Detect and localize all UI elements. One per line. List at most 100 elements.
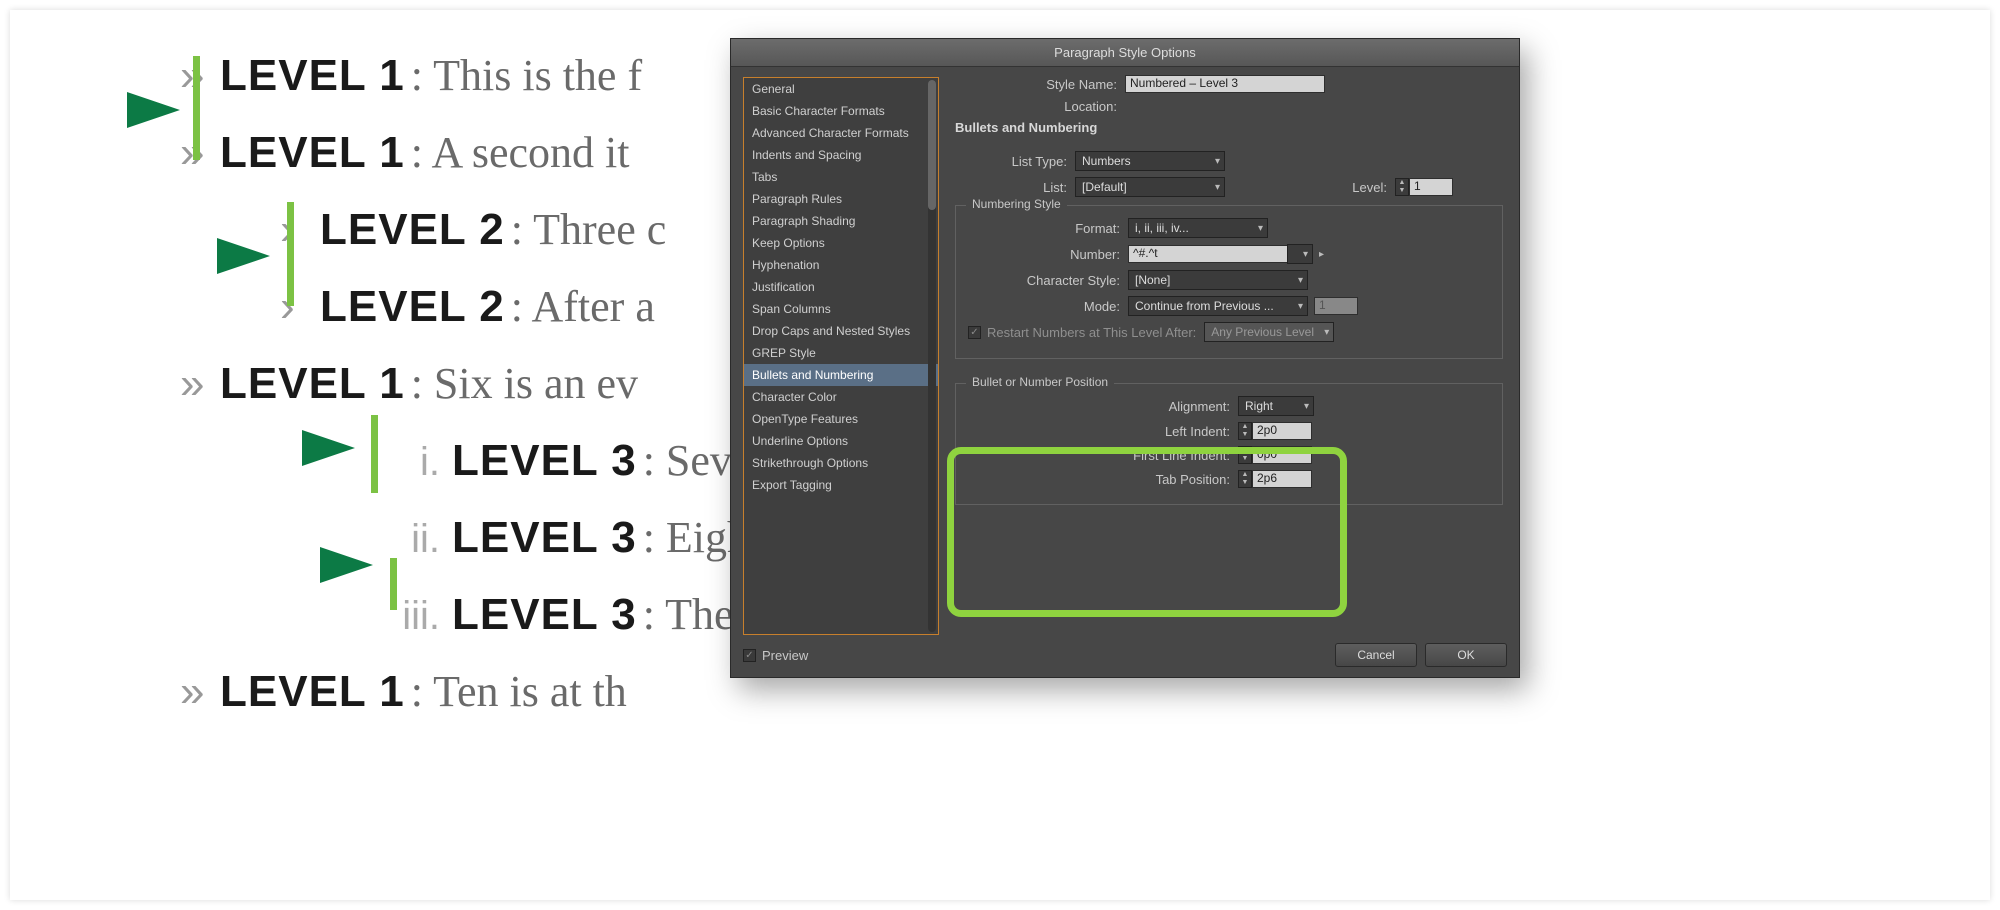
scrollbar-thumb[interactable] [928,80,936,210]
first-line-indent-label: First Line Indent: [968,448,1238,463]
mode-value-field: 1 [1314,297,1358,315]
category-item[interactable]: GREP Style [744,342,938,364]
category-list[interactable]: GeneralBasic Character FormatsAdvanced C… [743,77,939,635]
category-item[interactable]: Advanced Character Formats [744,122,938,144]
bullet-glyph: » [180,359,220,409]
document-preview: »LEVEL 1: This is the f»LEVEL 1: A secon… [180,50,749,743]
number-label: Number: [968,247,1128,262]
line-body: : The [643,589,734,640]
preview-checkbox[interactable]: ✓ [743,649,756,662]
category-item[interactable]: Character Color [744,386,938,408]
arrow-annotation [32,80,182,140]
category-item[interactable]: Bullets and Numbering [744,364,938,386]
cancel-button[interactable]: Cancel [1335,643,1417,667]
tab-position-field[interactable]: 2p6 [1252,470,1312,488]
list-type-label: List Type: [955,154,1075,169]
doc-line: ›LEVEL 2: Three c [280,204,749,255]
level-label: Level: [1225,180,1395,195]
restart-checkbox[interactable]: ✓ [968,326,981,339]
doc-line: »LEVEL 1: A second it [180,127,749,178]
category-item[interactable]: Justification [744,276,938,298]
numbering-style-group: Numbering Style Format: i, ii, iii, iv..… [955,205,1503,359]
char-style-select[interactable]: [None] [1128,270,1308,290]
level-label: LEVEL 2 [320,205,505,255]
preview-label: Preview [762,648,808,663]
mode-select[interactable]: Continue from Previous ... [1128,296,1308,316]
line-body: : This is the f [411,50,642,101]
bullet-glyph: » [180,667,220,717]
restart-label: Restart Numbers at This Level After: [987,325,1196,340]
format-select[interactable]: i, ii, iii, iv... [1128,218,1268,238]
ok-button[interactable]: OK [1425,643,1507,667]
category-item[interactable]: Paragraph Rules [744,188,938,210]
level-label: LEVEL 1 [220,667,405,717]
level-label: LEVEL 3 [452,590,637,640]
doc-line: ›LEVEL 2: After a [280,281,749,332]
level-label: LEVEL 1 [220,128,405,178]
bullet-glyph: › [280,205,320,255]
group-legend: Bullet or Number Position [966,375,1114,389]
category-item[interactable]: Drop Caps and Nested Styles [744,320,938,342]
category-item[interactable]: Strikethrough Options [744,452,938,474]
category-item[interactable]: Tabs [744,166,938,188]
tab-position-stepper[interactable]: ▲▼ 2p6 [1238,470,1312,488]
category-item[interactable]: Hyphenation [744,254,938,276]
dialog-title: Paragraph Style Options [731,39,1519,67]
list-type-select[interactable]: Numbers [1075,151,1225,171]
line-body: : Three c [511,204,667,255]
category-item[interactable]: Keep Options [744,232,938,254]
first-line-indent-stepper[interactable]: ▲▼ 0p0 [1238,446,1312,464]
level-label: LEVEL 1 [220,51,405,101]
left-indent-label: Left Indent: [968,424,1238,439]
level-label: LEVEL 3 [452,513,637,563]
number-flyout[interactable] [1287,244,1313,264]
level-stepper[interactable]: ▲▼ 1 [1395,178,1453,196]
level-label: LEVEL 2 [320,282,505,332]
first-line-indent-field[interactable]: 0p0 [1252,446,1312,464]
group-legend: Numbering Style [966,197,1067,211]
category-item[interactable]: Span Columns [744,298,938,320]
category-item[interactable]: OpenType Features [744,408,938,430]
number-field[interactable]: ^#.^t [1128,245,1288,263]
line-body: : Six is an ev [411,358,638,409]
bullet-glyph: ii. [380,517,440,562]
bullet-glyph: › [280,282,320,332]
format-label: Format: [968,221,1128,236]
text-caret [371,415,378,493]
char-style-label: Character Style: [968,273,1128,288]
line-body: : A second it [411,127,630,178]
arrow-annotation [207,418,357,478]
restart-select[interactable]: Any Previous Level [1204,322,1334,342]
level-label: LEVEL 1 [220,359,405,409]
level-field[interactable]: 1 [1409,178,1453,196]
doc-line: »LEVEL 1: Six is an ev [180,358,749,409]
text-caret [390,558,397,610]
list-select[interactable]: [Default] [1075,177,1225,197]
arrow-annotation [225,535,375,595]
list-label: List: [955,180,1075,195]
doc-line: »LEVEL 1: This is the f [180,50,749,101]
line-body: : Ten is at th [411,666,627,717]
tab-position-label: Tab Position: [968,472,1238,487]
category-item[interactable]: Indents and Spacing [744,144,938,166]
alignment-select[interactable]: Right [1238,396,1314,416]
category-item[interactable]: Paragraph Shading [744,210,938,232]
category-item[interactable]: Basic Character Formats [744,100,938,122]
category-item[interactable]: Export Tagging [744,474,938,496]
style-name-label: Style Name: [955,77,1125,92]
doc-line: »LEVEL 1: Ten is at th [180,666,749,717]
position-group: Bullet or Number Position Alignment: Rig… [955,383,1503,505]
line-body: : Sev [643,435,732,486]
category-item[interactable]: Underline Options [744,430,938,452]
style-name-field[interactable]: Numbered – Level 3 [1125,75,1325,93]
left-indent-field[interactable]: 2p0 [1252,422,1312,440]
category-item[interactable]: General [744,78,938,100]
doc-line: ii.LEVEL 3: Eigh [380,512,749,563]
play-icon[interactable]: ▸ [1319,249,1324,260]
bullet-glyph: i. [380,440,440,485]
doc-line: iii.LEVEL 3: The [380,589,749,640]
bullet-glyph: » [180,51,220,101]
left-indent-stepper[interactable]: ▲▼ 2p0 [1238,422,1312,440]
section-heading: Bullets and Numbering [955,120,1503,135]
alignment-label: Alignment: [968,399,1238,414]
